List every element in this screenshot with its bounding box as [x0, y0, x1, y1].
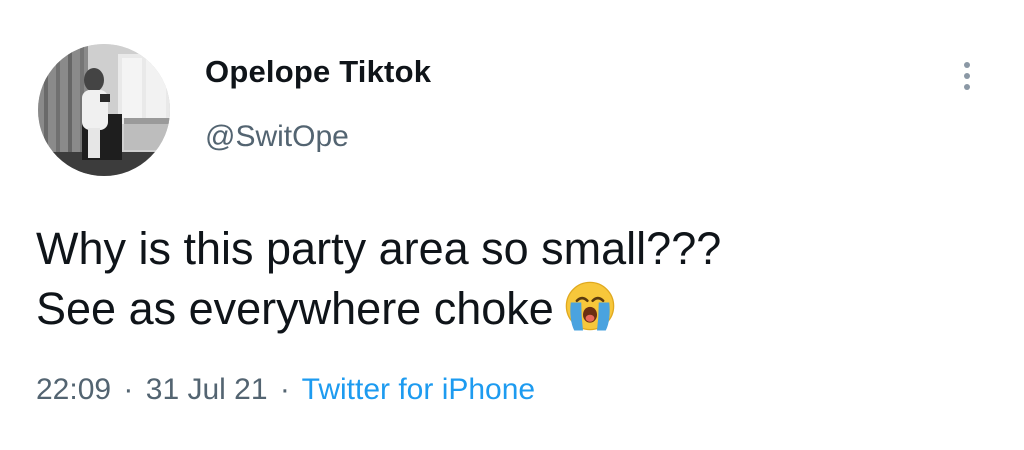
- tweet-text-line-2: See as everywhere choke: [36, 278, 996, 338]
- tweet-date[interactable]: 31 Jul 21: [146, 373, 268, 406]
- tweet-source-link[interactable]: Twitter for iPhone: [302, 373, 535, 406]
- meta-separator: ·: [279, 373, 290, 406]
- tweet-card: Opelope Tiktok @SwitOpe Why is this part…: [0, 0, 1024, 450]
- tweet-meta: 22:09 · 31 Jul 21 · Twitter for iPhone: [36, 373, 535, 407]
- author-display-name[interactable]: Opelope Tiktok: [205, 54, 431, 90]
- avatar[interactable]: [38, 44, 170, 176]
- author-handle[interactable]: @SwitOpe: [205, 120, 349, 154]
- tweet-text: Why is this party area so small??? See a…: [36, 220, 996, 338]
- avatar-photo: [38, 44, 170, 176]
- meta-separator: ·: [123, 373, 134, 406]
- more-vertical-icon[interactable]: [954, 56, 980, 96]
- tweet-time[interactable]: 22:09: [36, 373, 111, 406]
- tweet-text-line-1: Why is this party area so small???: [36, 223, 722, 274]
- loudly-crying-face-icon: [565, 281, 615, 331]
- tweet-text-line-2-content: See as everywhere choke: [36, 283, 554, 334]
